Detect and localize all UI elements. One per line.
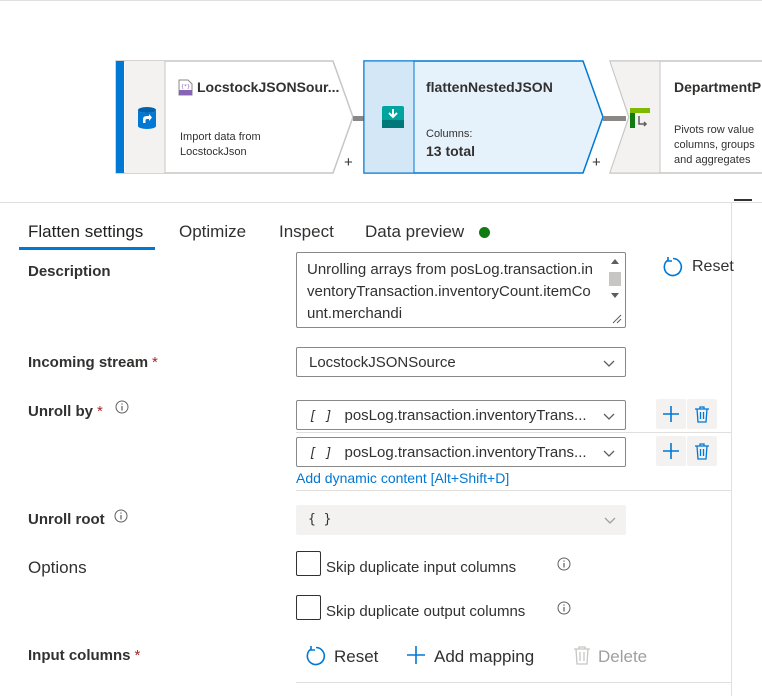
input-columns-separator (296, 682, 732, 683)
pivot-node-desc-line2: columns, groups (674, 139, 755, 151)
unroll-by-value-2: [ ] posLog.transaction.inventoryTrans... (309, 444, 587, 461)
data-preview-status-dot (479, 227, 490, 238)
description-reset-label: Reset (692, 258, 734, 275)
required-marker: * (97, 403, 103, 420)
panel-resize-handle[interactable] (734, 199, 752, 201)
flatten-node[interactable]: flattenNestedJSON Columns: 13 total + (363, 60, 605, 174)
chevron-down-icon (603, 360, 615, 367)
unroll-by-text-2: posLog.transaction.inventoryTrans... (344, 444, 587, 461)
flatten-icon (382, 106, 404, 128)
flatten-node-desc-line2: 13 total (426, 143, 476, 159)
description-text: Unrolling arrays from posLog.transaction… (307, 261, 593, 322)
input-columns-label-text: Input columns (28, 647, 131, 664)
skip-duplicate-input-checkbox[interactable] (296, 551, 321, 576)
source-node-desc-line2: LocstockJson (180, 146, 247, 158)
trash-icon (695, 406, 709, 423)
unroll-root-value: { } (308, 512, 332, 527)
flatten-add-plus[interactable]: + (592, 154, 601, 171)
svg-text:{*}: {*} (181, 84, 190, 90)
tab-data-preview[interactable]: Data preview (365, 222, 464, 242)
delete-mapping-button[interactable]: Delete (572, 645, 662, 669)
delete-unroll-row-button-2[interactable] (687, 436, 717, 466)
unroll-by-value-1: [ ] posLog.transaction.inventoryTrans... (309, 407, 587, 424)
tab-flatten-settings[interactable]: Flatten settings (28, 222, 143, 242)
source-node[interactable]: {*} LocstockJSONSour... Import data from… (115, 60, 355, 174)
pivot-icon (630, 108, 650, 128)
trash-icon (695, 443, 709, 460)
unroll-by-label: Unroll by * (28, 403, 103, 420)
tab-inspect[interactable]: Inspect (279, 222, 334, 242)
description-label: Description (28, 263, 111, 280)
skip-duplicate-input-label: Skip duplicate input columns (326, 559, 517, 576)
chevron-down-icon (604, 517, 616, 524)
add-dynamic-content-link[interactable]: Add dynamic content [Alt+Shift+D] (296, 470, 509, 486)
plus-icon (663, 443, 679, 459)
trash-icon (574, 646, 590, 665)
unroll-by-select-2[interactable]: [ ] posLog.transaction.inventoryTrans... (296, 437, 626, 467)
incoming-stream-select[interactable]: LocstockJSONSource (296, 347, 626, 377)
unroll-root-select[interactable]: { } (296, 505, 626, 535)
input-columns-reset-label: Reset (334, 647, 379, 666)
required-marker: * (134, 647, 141, 664)
input-columns-label: Input columns * (28, 647, 140, 664)
info-icon[interactable] (115, 400, 129, 414)
flatten-node-desc-line1: Columns: (426, 128, 473, 140)
source-node-desc-line1: Import data from (180, 131, 261, 143)
info-icon[interactable] (557, 557, 571, 571)
flatten-node-title: flattenNestedJSON (426, 79, 553, 95)
unroll-row-separator (296, 432, 732, 433)
add-unroll-row-button-2[interactable] (656, 436, 686, 466)
input-columns-reset-button[interactable]: Reset (305, 645, 385, 669)
plus-icon (407, 646, 425, 664)
plus-icon (663, 406, 679, 422)
incoming-stream-label-text: Incoming stream (28, 354, 149, 371)
incoming-stream-label: Incoming stream * (28, 354, 158, 371)
description-scrollbar[interactable] (607, 255, 623, 325)
description-textarea[interactable]: Unrolling arrays from posLog.transaction… (296, 252, 626, 328)
chevron-down-icon (603, 413, 615, 420)
unroll-by-text-1: posLog.transaction.inventoryTrans... (344, 407, 587, 424)
reset-icon (306, 646, 326, 666)
pipeline-canvas: {*} LocstockJSONSour... Import data from… (0, 0, 762, 202)
required-marker: * (152, 354, 158, 371)
skip-duplicate-output-checkbox[interactable] (296, 595, 321, 620)
settings-tabs: Flatten settings Optimize Inspect Data p… (0, 202, 762, 252)
add-mapping-button[interactable]: Add mapping (406, 645, 546, 669)
array-bracket-icon: [ ] (309, 409, 333, 424)
tab-optimize[interactable]: Optimize (179, 222, 246, 242)
source-add-plus[interactable]: + (344, 154, 353, 171)
options-label: Options (28, 558, 87, 577)
unroll-by-label-text: Unroll by (28, 403, 94, 420)
pivot-node[interactable]: DepartmentP Pivots row value columns, gr… (609, 60, 762, 174)
add-unroll-row-button-1[interactable] (656, 399, 686, 429)
delete-mapping-label: Delete (598, 647, 648, 666)
chevron-down-icon (603, 450, 615, 457)
info-icon[interactable] (114, 509, 128, 523)
pivot-node-desc-line3: and aggregates (674, 154, 751, 166)
source-node-title: LocstockJSONSour... (197, 79, 340, 95)
unroll-by-select-1[interactable]: [ ] posLog.transaction.inventoryTrans... (296, 400, 626, 430)
add-mapping-label: Add mapping (434, 647, 535, 666)
skip-duplicate-output-label: Skip duplicate output columns (326, 603, 526, 620)
reset-icon (663, 257, 683, 277)
unroll-section-separator (296, 490, 732, 491)
delete-unroll-row-button-1[interactable] (687, 399, 717, 429)
active-tab-indicator (19, 247, 155, 250)
array-bracket-icon: [ ] (309, 446, 333, 461)
pivot-node-desc-line1: Pivots row value (674, 124, 755, 136)
incoming-stream-value: LocstockJSONSource (309, 354, 456, 371)
json-file-icon: {*} (178, 79, 193, 96)
database-icon (138, 107, 156, 129)
pivot-node-title: DepartmentP (674, 79, 762, 95)
info-icon[interactable] (557, 601, 571, 615)
unroll-root-label: Unroll root (28, 511, 105, 528)
description-reset-button[interactable]: Reset (662, 256, 742, 280)
